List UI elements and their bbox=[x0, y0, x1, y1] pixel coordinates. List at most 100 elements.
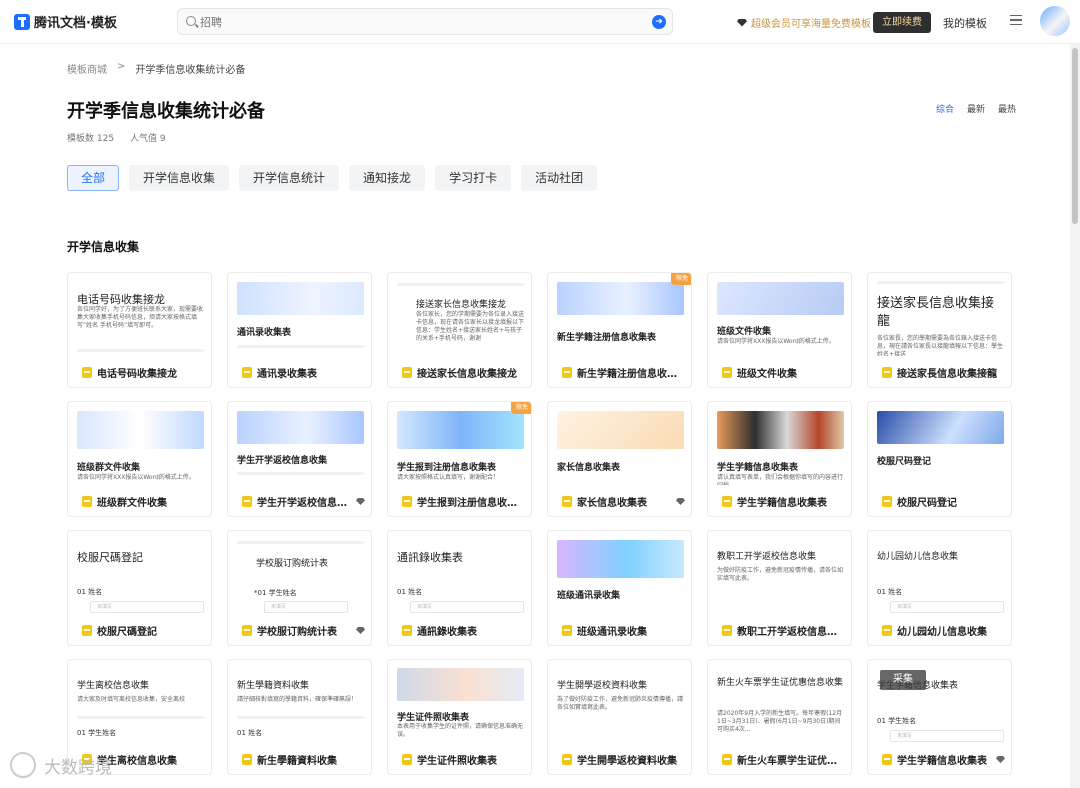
renew-button[interactable]: 立即续费 bbox=[873, 12, 931, 33]
avatar[interactable] bbox=[1040, 6, 1070, 36]
template-card[interactable]: 接送家长信息收集接龙 各位家长，您的学期需要为各位录入接送卡信息，现在请各位家长… bbox=[387, 272, 532, 388]
template-card[interactable]: 学生报到注册信息收集表 请大家按照格式认真填写，谢谢配合！ 限免 学生报到注册信… bbox=[387, 401, 532, 517]
free-badge: 限免 bbox=[511, 402, 531, 414]
scrollbar-thumb[interactable] bbox=[1072, 48, 1078, 224]
template-card[interactable]: 班级通讯录收集 班级通讯录收集 bbox=[547, 530, 692, 646]
card-name: 学生证件照收集表 bbox=[417, 756, 497, 767]
sort-hottest[interactable]: 最热 bbox=[998, 102, 1016, 115]
template-card[interactable]: 通訊錄收集表 01 姓名 未填写 通訊錄收集表 bbox=[387, 530, 532, 646]
preview-text: 请大家及时填写离校信息收集，安全离校 bbox=[77, 696, 186, 703]
template-card[interactable]: 新生火车票学生证优惠信息收集 请2020年9月入学的新生填写。每年寒假(12月1… bbox=[707, 659, 852, 775]
search-icon bbox=[186, 16, 196, 26]
template-card[interactable]: 新生学籍注册信息收集表 限免 新生学籍注册信息收集表 bbox=[547, 272, 692, 388]
page-title: 开学季信息收集统计必备 bbox=[67, 101, 265, 122]
search-box[interactable]: ➜ bbox=[177, 8, 673, 35]
tab-all[interactable]: 全部 bbox=[67, 165, 120, 191]
card-preview: 新生火车票学生证优惠信息收集 请2020年9月入学的新生填写。每年寒假(12月1… bbox=[708, 660, 851, 743]
scrollbar[interactable] bbox=[1070, 44, 1080, 788]
menu-icon[interactable] bbox=[1010, 15, 1022, 25]
preview-banner-image bbox=[877, 411, 1004, 444]
premium-diamond-icon bbox=[356, 627, 365, 634]
template-card[interactable]: 教职工开学返校信息收集 为做好防疫工作，避免新冠疫情传播，请各位如实填写此表。 … bbox=[707, 530, 852, 646]
search-input[interactable] bbox=[200, 13, 620, 31]
preview-text: 請仔細核對填寫的學籍資料，確保準確無誤！ bbox=[237, 696, 358, 703]
tab-clubs[interactable]: 活动社团 bbox=[521, 165, 598, 191]
tab-study-checkin[interactable]: 学习打卡 bbox=[435, 165, 512, 191]
search-submit-icon[interactable]: ➜ bbox=[652, 15, 666, 29]
sort-newest[interactable]: 最新 bbox=[967, 102, 985, 115]
diamond-icon bbox=[737, 18, 747, 27]
tab-enrollment-info-collection[interactable]: 开学信息收集 bbox=[129, 165, 230, 191]
breadcrumb-current: 开学季信息收集统计必备 bbox=[135, 65, 246, 76]
form-icon bbox=[82, 625, 92, 636]
preview-title: 教职工开学返校信息收集 bbox=[717, 552, 817, 562]
card-name: 学生学籍信息收集表 bbox=[737, 498, 827, 509]
template-card[interactable]: 班级文件收集 请各位同学将XXX报告以Word的格式上传。 班级文件收集 bbox=[707, 272, 852, 388]
tab-enrollment-info-statistics[interactable]: 开学信息统计 bbox=[239, 165, 340, 191]
breadcrumb-root[interactable]: 模板商城 bbox=[67, 61, 107, 76]
card-preview: 教职工开学返校信息收集 为做好防疫工作，避免新冠疫情传播，请各位如实填写此表。 bbox=[708, 531, 851, 614]
preview-divider bbox=[877, 281, 1004, 284]
template-card[interactable]: 学生证件照收集表 本表用于收集学生的证件照，请确保信息准确无误。 学生证件照收集… bbox=[387, 659, 532, 775]
preview-text: 请2020年9月入学的新生填写。每年寒假(12月1日~3月31日)、暑假(6月1… bbox=[717, 710, 843, 733]
template-card[interactable]: 新生學籍資料收集 請仔細核對填寫的學籍資料，確保準確無誤！ 01 姓名 新生學籍… bbox=[227, 659, 372, 775]
card-name: 校服尺碼登記 bbox=[97, 627, 157, 638]
form-field-label: 01 姓名 bbox=[77, 588, 103, 596]
tab-notice-relay[interactable]: 通知接龙 bbox=[349, 165, 426, 191]
preview-divider bbox=[237, 345, 364, 348]
template-card[interactable]: 学生开学返校信息收集 学生开学返校信息收集 bbox=[227, 401, 372, 517]
card-name: 学校服订购统计表 bbox=[257, 627, 337, 638]
card-preview: 新生學籍資料收集 請仔細核對填寫的學籍資料，確保準確無誤！ 01 姓名 bbox=[228, 660, 371, 743]
card-name: 接送家长信息收集接龙 bbox=[417, 369, 517, 380]
preview-title: 班级通讯录收集 bbox=[557, 591, 621, 601]
card-preview: 电话号码收集接龙 各位同学好，为了方便班长联系大家，现需要收集大家收集手机号码信… bbox=[68, 273, 211, 356]
form-field-input: 未填写 bbox=[890, 601, 1004, 613]
form-field-label: *01 学生姓名 bbox=[254, 589, 297, 597]
template-card[interactable]: 学生開學返校資料收集 為了做好防疫工作，避免新冠肺炎疫情傳播，請各位如實填寫此表… bbox=[547, 659, 692, 775]
breadcrumb-separator: > bbox=[117, 61, 126, 72]
card-preview: 学校服订购统计表 *01 学生姓名 未填写 bbox=[228, 531, 371, 614]
template-card[interactable]: 电话号码收集接龙 各位同学好，为了方便班长联系大家，现需要收集大家收集手机号码信… bbox=[67, 272, 212, 388]
sort-comprehensive[interactable]: 综合 bbox=[936, 102, 954, 115]
card-name: 新生学籍注册信息收集表 bbox=[577, 369, 685, 380]
preview-banner-image bbox=[397, 411, 524, 449]
vip-promo-link[interactable]: 超级会员可享海量免费模板 bbox=[737, 15, 871, 30]
my-templates-link[interactable]: 我的模板 bbox=[943, 15, 987, 31]
breadcrumb: 模板商城 > 开学季信息收集统计必备 bbox=[67, 61, 245, 76]
form-icon bbox=[882, 367, 892, 378]
preview-text: 为做好防疫工作，避免新冠疫情传播，请各位如实填写此表。 bbox=[717, 567, 844, 582]
template-card[interactable]: 校服尺碼登記 01 姓名 未填写 校服尺碼登記 bbox=[67, 530, 212, 646]
template-card[interactable]: 学校服订购统计表 *01 学生姓名 未填写 学校服订购统计表 bbox=[227, 530, 372, 646]
card-name: 班级群文件收集 bbox=[97, 498, 167, 509]
preview-title: 新生学籍注册信息收集表 bbox=[557, 333, 657, 343]
card-preview: 学生开学返校信息收集 bbox=[228, 402, 371, 485]
form-icon bbox=[82, 496, 92, 507]
card-preview: 学生报到注册信息收集表 请大家按照格式认真填写，谢谢配合！ 限免 bbox=[388, 402, 531, 485]
form-icon bbox=[562, 625, 572, 636]
template-card[interactable]: 班级群文件收集 请各位同学将XXX报告以Word的格式上传。 班级群文件收集 bbox=[67, 401, 212, 517]
preview-title: 班级文件收集 bbox=[717, 327, 772, 337]
preview-title: 学生学籍信息收集表 bbox=[717, 463, 799, 473]
form-icon bbox=[82, 367, 92, 378]
template-card[interactable]: 家长信息收集表 家长信息收集表 bbox=[547, 401, 692, 517]
preview-title: 新生火车票学生证优惠信息收集 bbox=[717, 678, 844, 688]
form-icon bbox=[402, 367, 412, 378]
watermark: 大数跨境 bbox=[10, 752, 112, 778]
card-name: 学生离校信息收集 bbox=[97, 756, 177, 767]
form-icon bbox=[722, 754, 732, 765]
template-card[interactable]: 通讯录收集表 通讯录收集表 bbox=[227, 272, 372, 388]
form-icon bbox=[722, 496, 732, 507]
card-preview: 校服尺碼登記 01 姓名 未填写 bbox=[68, 531, 211, 614]
card-name: 学生报到注册信息收集表 bbox=[417, 498, 525, 509]
collect-float-button[interactable]: 采集 bbox=[880, 670, 926, 690]
premium-diamond-icon bbox=[356, 498, 365, 505]
card-name: 新生火车票学生证优惠信息收集 bbox=[737, 756, 845, 767]
logo[interactable]: 腾讯文档·模板 bbox=[14, 12, 117, 31]
template-card[interactable]: 接送家長信息收集接龍 各位家長，您的學期需要為各位錄入接送卡信息，現在請各位家長… bbox=[867, 272, 1012, 388]
preview-banner-image bbox=[557, 411, 684, 449]
card-name: 电话号码收集接龙 bbox=[97, 369, 177, 380]
template-card[interactable]: 学生学籍信息收集表 请认真填写表单，我们会根据你填写的内容进行归档 学生学籍信息… bbox=[707, 401, 852, 517]
preview-text: 请各位同学将XXX报告以Word的格式上传。 bbox=[717, 338, 835, 345]
template-card[interactable]: 幼儿园幼儿信息收集 01 姓名 未填写 幼儿园幼儿信息收集 bbox=[867, 530, 1012, 646]
template-card[interactable]: 校服尺码登记 校服尺码登记 bbox=[867, 401, 1012, 517]
